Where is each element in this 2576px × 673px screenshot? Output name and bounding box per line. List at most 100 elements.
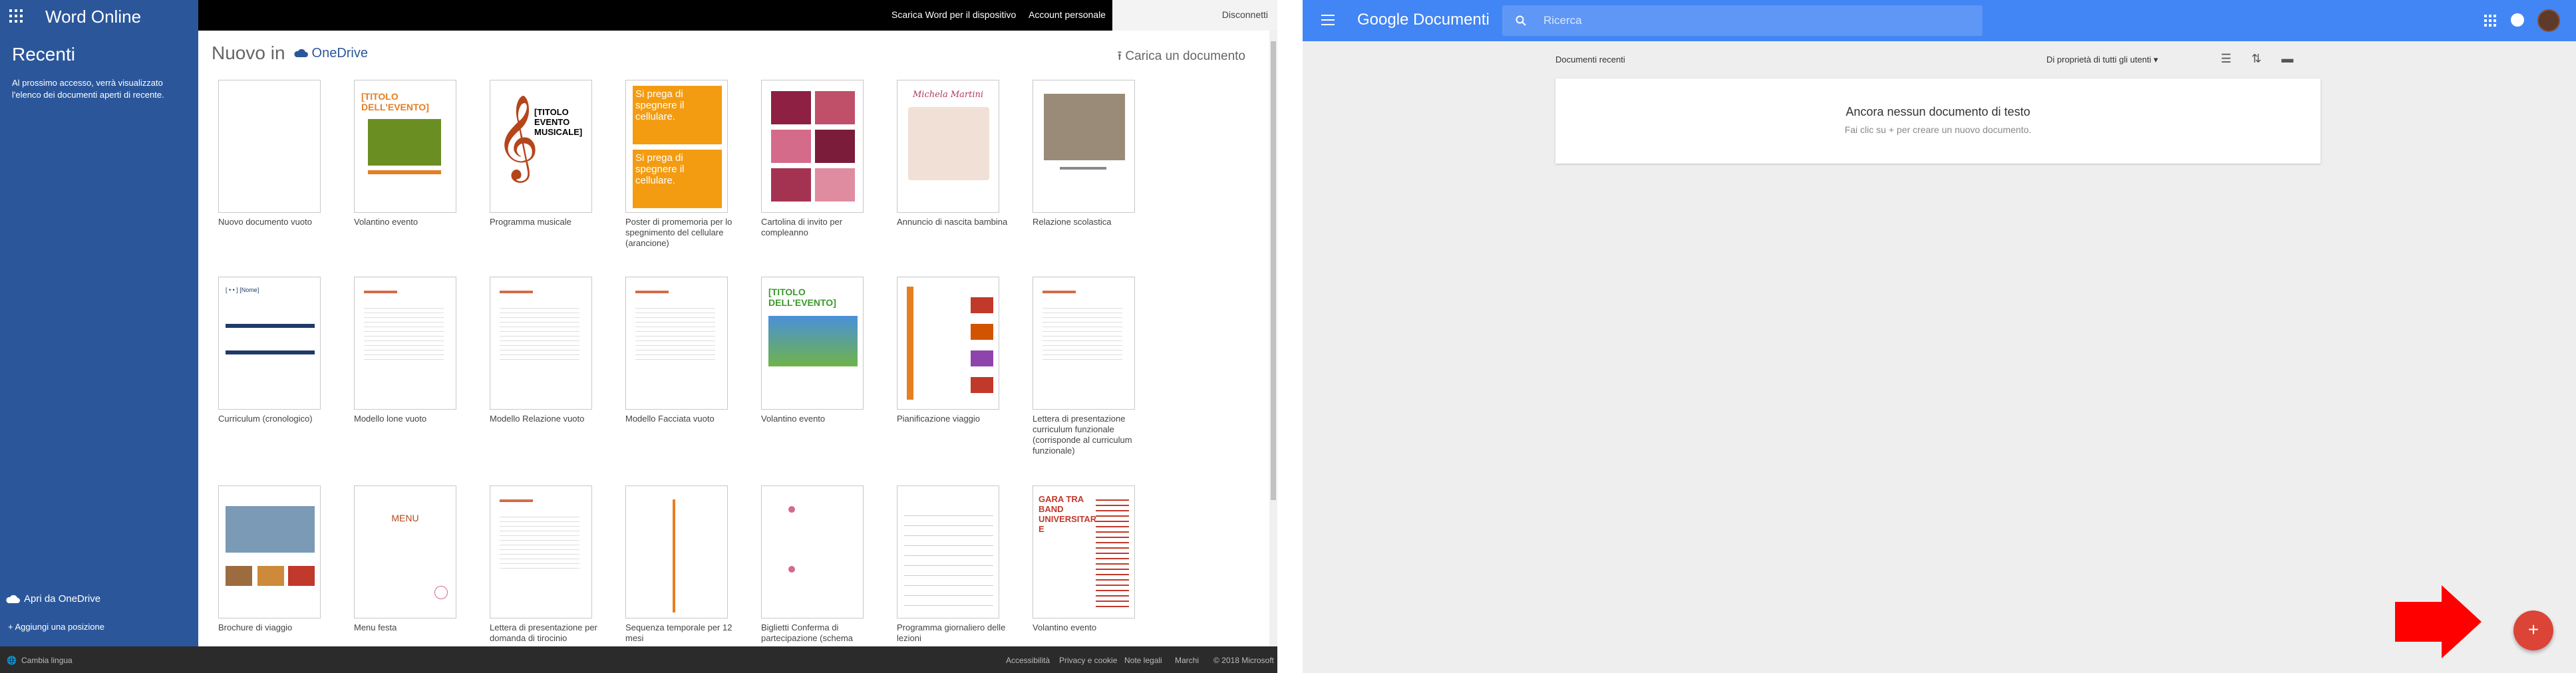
template-label: Cartolina di invito per compleanno: [761, 217, 843, 237]
template-thumbnail[interactable]: [761, 485, 864, 618]
menu-icon[interactable]: [1321, 15, 1335, 25]
template-label: Modello Facciata vuoto: [625, 414, 715, 424]
thumb-title: MENU: [391, 513, 419, 523]
recent-description: Al prossimo accesso, verrà visualizzato …: [12, 78, 164, 100]
template-tile[interactable]: Brochure di viaggio: [218, 485, 338, 633]
template-label: Volantino evento: [354, 217, 418, 227]
template-thumbnail[interactable]: [897, 485, 999, 618]
template-thumbnail[interactable]: [1033, 80, 1135, 213]
template-label: Programma musicale: [490, 217, 571, 227]
template-label: Volantino evento: [1033, 622, 1097, 632]
disconnect-area: Disconnetti: [1112, 0, 1277, 31]
template-label: Sequenza temporale per 12 mesi: [625, 622, 732, 643]
add-place-label: Aggiungi una posizione: [15, 622, 104, 632]
template-thumbnail[interactable]: [TITOLO DELL'EVENTO]: [761, 277, 864, 410]
template-thumbnail[interactable]: [354, 277, 456, 410]
template-label: Poster di promemoria per lo spegnimento …: [625, 217, 732, 248]
template-label: Nuovo documento vuoto: [218, 217, 312, 227]
sort-icon[interactable]: ⇅: [2251, 52, 2261, 66]
template-thumbnail[interactable]: [1033, 277, 1135, 410]
empty-state-card: Ancora nessun documento di testo Fai cli…: [1555, 78, 2321, 164]
template-thumbnail[interactable]: [490, 485, 592, 618]
gdocs-app-title[interactable]: Google Documenti: [1357, 11, 1490, 29]
search-input[interactable]: Ricerca: [1502, 5, 1983, 36]
template-thumbnail[interactable]: [625, 277, 728, 410]
template-tile[interactable]: Pianificazione viaggio: [897, 277, 1017, 424]
template-tile[interactable]: [ • • ] [Nome] Curriculum (cronologico): [218, 277, 338, 424]
upload-document-button[interactable]: ⭱ Carica un documento: [1117, 47, 1245, 68]
recent-title: Recenti: [12, 44, 75, 65]
template-thumbnail[interactable]: Si prega di spegnere il cellulare. Si pre…: [625, 80, 728, 213]
onedrive-cloud-icon: [293, 49, 308, 57]
template-thumbnail[interactable]: [ • • ] [Nome]: [218, 277, 321, 410]
template-label: Lettera di presentazione curriculum funz…: [1033, 414, 1132, 456]
add-place-link[interactable]: + Aggiungi una posizione: [8, 622, 104, 632]
template-tile[interactable]: 𝄞 [TITOLO EVENTO MUSICALE] Programma music…: [490, 80, 609, 227]
word-sidebar: Word Online Recenti Al prossimo accesso,…: [0, 0, 198, 646]
template-thumbnail[interactable]: [625, 485, 728, 618]
template-thumbnail[interactable]: [218, 80, 321, 213]
notifications-icon[interactable]: [2511, 13, 2524, 27]
template-label: Curriculum (cronologico): [218, 414, 313, 424]
divider: [1277, 0, 1303, 673]
template-tile[interactable]: Biglietti Conferma di partecipazione (sc…: [761, 485, 881, 644]
footer-link[interactable]: Privacy e cookie: [1059, 656, 1117, 665]
open-onedrive-link[interactable]: Apri da OneDrive: [5, 593, 100, 605]
change-language-link[interactable]: Cambia lingua: [21, 656, 73, 665]
footer-link[interactable]: Accessibilità: [1006, 656, 1050, 665]
template-tile[interactable]: Lettera di presentazione per domanda di …: [490, 485, 609, 644]
template-tile[interactable]: Si prega di spegnere il cellulare. Si pre…: [625, 80, 745, 249]
account-link[interactable]: Account personale: [1029, 9, 1106, 20]
template-thumbnail[interactable]: [761, 80, 864, 213]
app-launcher-icon[interactable]: [9, 9, 23, 23]
template-label: Menu festa: [354, 622, 397, 632]
download-word-link[interactable]: Scarica Word per il dispositivo: [891, 9, 1016, 20]
thumb-title: GARA TRA BAND UNIVERSITARI E: [1039, 494, 1099, 534]
template-tile[interactable]: GARA TRA BAND UNIVERSITARI E Volantino ev…: [1033, 485, 1152, 633]
template-thumbnail[interactable]: GARA TRA BAND UNIVERSITARI E: [1033, 485, 1135, 618]
template-thumbnail[interactable]: [897, 277, 999, 410]
gallery-scrollbar[interactable]: [1269, 31, 1277, 646]
red-arrow-icon: [2395, 585, 2482, 658]
template-tile[interactable]: Sequenza temporale per 12 mesi: [625, 485, 745, 644]
template-tile[interactable]: [TITOLO DELL'EVENTO] Volantino evento: [354, 80, 474, 227]
thumb-title: [TITOLO DELL'EVENTO]: [361, 91, 429, 112]
template-thumbnail[interactable]: [TITOLO DELL'EVENTO]: [354, 80, 456, 213]
template-thumbnail[interactable]: Michela Martini: [897, 80, 999, 213]
new-in-label: Nuovo in: [212, 43, 285, 63]
word-app-title[interactable]: Word Online: [45, 7, 141, 27]
open-onedrive-label: Apri da OneDrive: [24, 593, 101, 605]
avatar[interactable]: [2537, 9, 2560, 32]
template-thumbnail[interactable]: [490, 277, 592, 410]
template-thumbnail[interactable]: 𝄞 [TITOLO EVENTO MUSICALE]: [490, 80, 592, 213]
footer-link[interactable]: Note legali: [1124, 656, 1162, 665]
disconnect-link[interactable]: Disconnetti: [1222, 9, 1268, 20]
template-tile[interactable]: Cartolina di invito per compleanno: [761, 80, 881, 238]
template-thumbnail[interactable]: MENU: [354, 485, 456, 618]
template-tile[interactable]: Nuovo documento vuoto: [218, 80, 338, 227]
owner-filter-dropdown[interactable]: Di proprietà di tutti gli utenti ▾: [2046, 55, 2158, 65]
folder-icon[interactable]: ▬: [2281, 52, 2293, 66]
template-tile[interactable]: Modello Facciata vuoto: [625, 277, 745, 424]
cloud-icon: [6, 595, 20, 603]
empty-description: Fai clic su + per creare un nuovo docume…: [1844, 124, 2032, 135]
template-tile[interactable]: Modello lone vuoto: [354, 277, 474, 424]
template-tile[interactable]: Michela Martini Annuncio di nascita bambi…: [897, 80, 1017, 227]
template-label: Modello lone vuoto: [354, 414, 427, 424]
template-thumbnail[interactable]: [218, 485, 321, 618]
onedrive-location[interactable]: OneDrive: [293, 46, 368, 61]
thumb-title: [TITOLO DELL'EVENTO]: [768, 287, 836, 308]
template-tile[interactable]: Relazione scolastica: [1033, 80, 1152, 227]
footer-link[interactable]: Marchi: [1175, 656, 1199, 665]
list-view-icon[interactable]: ☰: [2221, 52, 2231, 66]
new-document-button[interactable]: +: [2513, 610, 2553, 650]
scrollbar-thumb[interactable]: [1271, 41, 1276, 500]
onedrive-label: OneDrive: [311, 45, 368, 61]
template-tile[interactable]: Programma giornaliero delle lezioni: [897, 485, 1017, 644]
template-tile[interactable]: Modello Relazione vuoto: [490, 277, 609, 424]
google-apps-icon[interactable]: [2484, 15, 2496, 27]
template-tile[interactable]: Lettera di presentazione curriculum funz…: [1033, 277, 1152, 456]
template-tile[interactable]: [TITOLO DELL'EVENTO] Volantino evento: [761, 277, 881, 424]
template-tile[interactable]: MENU Menu festa: [354, 485, 474, 633]
word-online-window: Word Online Recenti Al prossimo accesso,…: [0, 0, 1277, 673]
